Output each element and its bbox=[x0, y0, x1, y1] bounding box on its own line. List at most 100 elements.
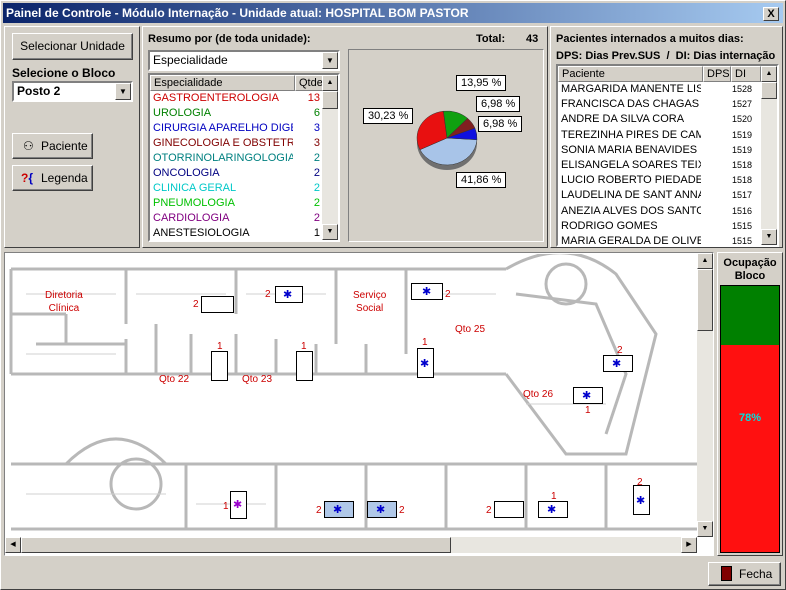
pie-slice-label: 30,23 % bbox=[363, 108, 414, 124]
scroll-thumb[interactable] bbox=[697, 269, 713, 331]
occupied-bed[interactable]: ✱ bbox=[275, 286, 303, 303]
empty-bed[interactable] bbox=[494, 501, 524, 518]
occupied-bed[interactable]: ✱ bbox=[633, 485, 650, 515]
empty-bed[interactable] bbox=[211, 351, 228, 381]
table-row[interactable]: MARGARIDA MANENTE LISBOA 1528 bbox=[558, 82, 761, 97]
patient-name: ELISANGELA SOARES TEIXEIRA bbox=[561, 159, 701, 171]
col-specialty[interactable]: Especialidade bbox=[150, 75, 295, 91]
table-row[interactable]: TEREZINHA PIRES DE CAMPOS 1519 bbox=[558, 128, 761, 143]
table-row[interactable]: MARIA GERALDA DE OLIVEIRA 1515 bbox=[558, 234, 761, 247]
title-bar: Painel de Controle - Módulo Internação -… bbox=[3, 3, 783, 23]
occupied-bed[interactable]: ✱ bbox=[538, 501, 568, 518]
col-qty[interactable]: Qtde bbox=[295, 75, 324, 91]
occupied-bed[interactable]: ✱ bbox=[367, 501, 397, 518]
legend-button[interactable]: ?{ Legenda bbox=[12, 165, 93, 191]
occupied-bed[interactable]: ✱ bbox=[573, 387, 603, 404]
scroll-thumb[interactable] bbox=[21, 537, 451, 553]
patient-button[interactable]: ⚇ Paciente bbox=[12, 133, 93, 159]
block-select[interactable]: Posto 2 ▼ bbox=[12, 81, 133, 102]
empty-bed[interactable] bbox=[296, 351, 313, 381]
occupied-bed[interactable]: ✱ bbox=[324, 501, 354, 518]
table-row[interactable]: ANESTESIOLOGIA 1 bbox=[150, 226, 322, 240]
specialty-name: GINECOLOGIA E OBSTETRICIA bbox=[153, 137, 293, 149]
patient-di: 1516 bbox=[732, 205, 753, 216]
scroll-right-icon[interactable]: ▶ bbox=[681, 537, 697, 553]
specialty-name: CIRURGIA APARELHO DIGESTIVO bbox=[153, 122, 293, 134]
col-patient[interactable]: Paciente bbox=[558, 66, 703, 82]
patients-scrollbar[interactable]: ▲ ▼ bbox=[761, 66, 777, 245]
table-row[interactable]: UROLOGIA 6 bbox=[150, 106, 322, 121]
patients-list[interactable]: Paciente DPS DI MARGARIDA MANENTE LISBOA… bbox=[556, 64, 779, 247]
chevron-down-icon[interactable]: ▼ bbox=[322, 52, 338, 69]
table-row[interactable]: PNEUMOLOGIA 2 bbox=[150, 196, 322, 211]
patient-name: MARIA GERALDA DE OLIVEIRA bbox=[561, 235, 701, 247]
close-button-label: Fecha bbox=[739, 567, 773, 581]
specialty-qty: 2 bbox=[313, 197, 320, 209]
table-row[interactable]: ANDRE DA SILVA CORA 1520 bbox=[558, 112, 761, 127]
specialty-list[interactable]: Especialidade Qtde GASTROENTEROLOGIA 13 UR… bbox=[148, 73, 340, 242]
table-row[interactable]: OTORRINOLARINGOLOGIA 2 bbox=[150, 151, 322, 166]
close-button[interactable]: Fecha bbox=[708, 562, 781, 586]
scroll-up-icon[interactable]: ▲ bbox=[697, 253, 713, 269]
scroll-thumb[interactable] bbox=[322, 91, 338, 109]
table-row[interactable]: LUCIO ROBERTO PIEDADE 1518 bbox=[558, 173, 761, 188]
table-row[interactable]: LAUDELINA DE SANT ANNA 1517 bbox=[558, 188, 761, 203]
floor-map[interactable]: Diretoria Clínica Serviço Social Qto 22 … bbox=[4, 252, 714, 556]
empty-bed[interactable] bbox=[201, 296, 234, 313]
patient-icon: ✱ bbox=[420, 358, 430, 370]
specialty-name: CARDIOLOGIA bbox=[153, 212, 230, 224]
patient-name: RODRIGO GOMES bbox=[561, 219, 658, 232]
col-dps[interactable]: DPS bbox=[703, 66, 731, 82]
patient-icon: ✱ bbox=[422, 286, 432, 298]
specialty-scrollbar[interactable]: ▲ ▼ bbox=[322, 75, 338, 240]
chevron-down-icon[interactable]: ▼ bbox=[115, 83, 131, 100]
patient-icon: ✱ bbox=[582, 390, 592, 402]
scroll-down-icon[interactable]: ▼ bbox=[697, 521, 713, 537]
table-row[interactable]: RODRIGO GOMES 1515 bbox=[558, 219, 761, 234]
table-row[interactable]: GASTROENTEROLOGIA 13 bbox=[150, 91, 322, 106]
bed-number: 2 bbox=[486, 505, 492, 516]
scroll-down-icon[interactable]: ▼ bbox=[322, 224, 338, 240]
map-vertical-scrollbar[interactable]: ▲ ▼ bbox=[697, 253, 713, 537]
table-row[interactable]: CLINICA GERAL 2 bbox=[150, 181, 322, 196]
patient-icon: ✱ bbox=[283, 289, 293, 301]
scroll-up-icon[interactable]: ▲ bbox=[322, 75, 338, 91]
table-row[interactable]: ANEZIA ALVES DOS SANTOS 1516 bbox=[558, 204, 761, 219]
specialty-qty: 2 bbox=[313, 182, 320, 194]
room-servico-social: Serviço Social bbox=[353, 290, 387, 314]
map-horizontal-scrollbar[interactable]: ◀ ▶ bbox=[5, 537, 697, 553]
patient-di: 1515 bbox=[732, 236, 753, 246]
scroll-down-icon[interactable]: ▼ bbox=[761, 229, 777, 245]
table-row[interactable]: SONIA MARIA BENAVIDES FOIZ 1519 bbox=[558, 143, 761, 158]
scroll-left-icon[interactable]: ◀ bbox=[5, 537, 21, 553]
specialty-name: GASTROENTEROLOGIA bbox=[153, 92, 279, 104]
scroll-up-icon[interactable]: ▲ bbox=[761, 66, 777, 82]
scroll-thumb[interactable] bbox=[761, 82, 777, 99]
specialty-qty: 3 bbox=[313, 122, 320, 134]
table-row[interactable]: GINECOLOGIA E OBSTETRICIA 3 bbox=[150, 136, 322, 151]
col-di[interactable]: DI bbox=[731, 66, 761, 82]
select-unit-button[interactable]: Selecionar Unidade bbox=[12, 33, 133, 60]
table-row[interactable]: ONCOLOGIA 2 bbox=[150, 166, 322, 181]
summary-type-select[interactable]: Especialidade ▼ bbox=[148, 50, 340, 71]
summary-label: Resumo por (de toda unidade): bbox=[148, 33, 311, 45]
specialty-name: PNEUMOLOGIA bbox=[153, 197, 235, 209]
patient-icon: ✱ bbox=[547, 504, 557, 516]
occupied-bed[interactable]: ✱ bbox=[417, 348, 434, 378]
patient-icon: ✱ bbox=[612, 358, 622, 370]
occupied-bed[interactable]: ✱ bbox=[230, 491, 247, 519]
patient-di: 1527 bbox=[732, 99, 753, 110]
table-row[interactable]: CIRURGIA APARELHO DIGESTIVO 3 bbox=[150, 121, 322, 136]
room-qto-26: Qto 26 bbox=[523, 389, 554, 400]
occupied-bed[interactable]: ✱ bbox=[411, 283, 443, 300]
occupied-bed[interactable]: ✱ bbox=[603, 355, 633, 372]
patient-name: MARGARIDA MANENTE LISBOA bbox=[561, 83, 701, 95]
table-row[interactable]: CARDIOLOGIA 2 bbox=[150, 211, 322, 226]
table-row[interactable]: ELISANGELA SOARES TEIXEIRA 1518 bbox=[558, 158, 761, 173]
patient-name: SONIA MARIA BENAVIDES FOIZ bbox=[561, 143, 701, 156]
patient-di: 1528 bbox=[732, 84, 753, 94]
close-window-button[interactable]: X bbox=[763, 7, 779, 21]
patient-icon: ✱ bbox=[333, 504, 343, 516]
room-diretoria-clinica: Diretoria Clínica bbox=[45, 290, 83, 314]
table-row[interactable]: FRANCISCA DAS CHAGAS SOUZA 1527 bbox=[558, 97, 761, 112]
